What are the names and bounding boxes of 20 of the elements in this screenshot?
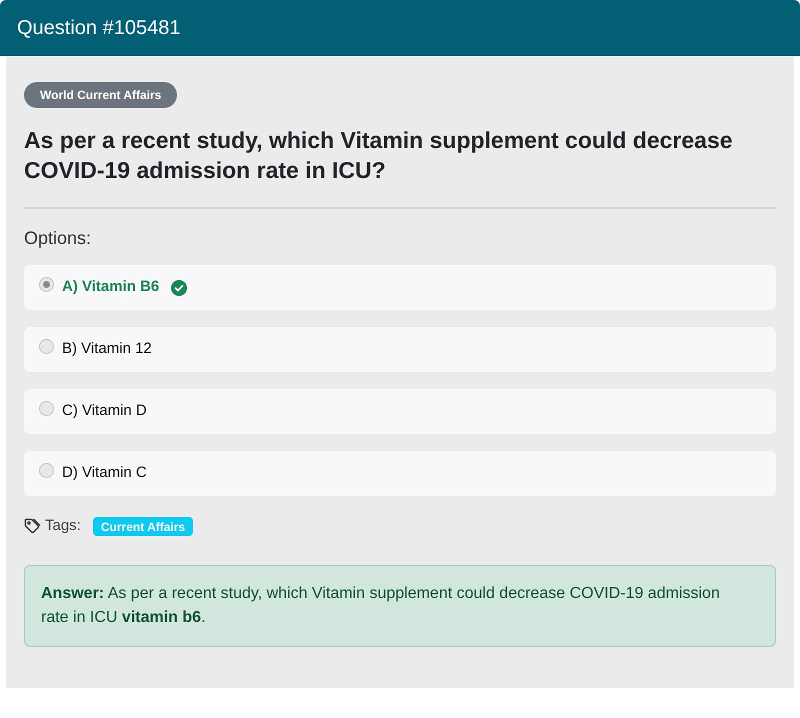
radio-button[interactable] [39,277,54,292]
radio-button[interactable] [39,401,54,416]
options-heading: Options: [24,227,92,250]
option-label: D) Vitamin C [62,463,147,484]
option-card[interactable]: C) Vitamin D [24,389,776,434]
question-number-title: Question #105481 [17,16,180,41]
category-badge[interactable]: World Current Affairs [24,82,178,108]
radio-button[interactable] [39,339,54,354]
option-card[interactable]: D) Vitamin C [24,451,776,496]
tags-label: Tags: [45,516,81,536]
question-text: As per a recent study, which Vitamin supplement could decrease COVID-19 admission rate in ICU? [24,126,734,185]
option-card[interactable]: A) Vitamin B6 [24,265,776,310]
tag-icon [24,518,41,535]
option-label: A) Vitamin B6 [62,277,160,298]
option-label: C) Vitamin D [62,401,147,422]
option-card[interactable]: B) Vitamin 12 [24,327,776,372]
radio-button[interactable] [39,463,54,478]
answer-text: Answer: As per a recent study, which Vitamin supplement could decrease COVID-19 admission rate in ICU vitamin b6. [41,584,721,628]
option-label: B) Vitamin 12 [62,339,152,360]
check-circle-icon [171,280,188,296]
